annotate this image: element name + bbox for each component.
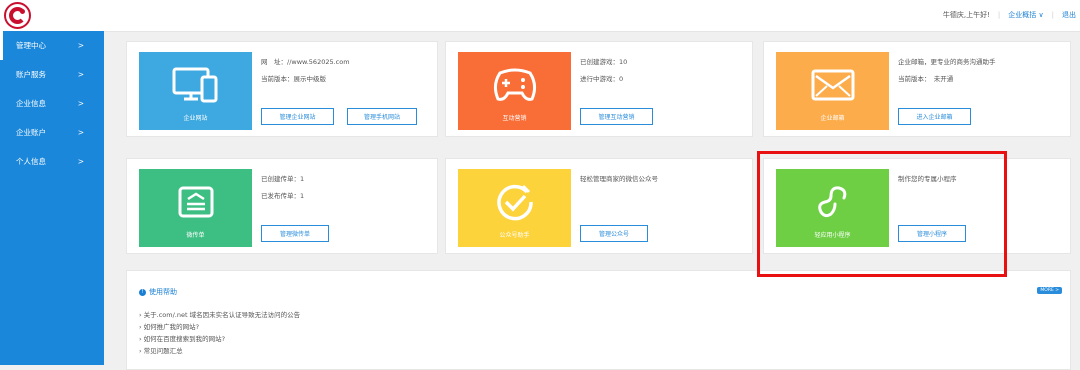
more-button[interactable]: MORE > xyxy=(1037,287,1062,294)
mail-version: 当前版本： 未开通 xyxy=(898,75,954,83)
chevron-right-icon: > xyxy=(77,99,84,108)
miniapp-desc: 制作您的专属小程序 xyxy=(898,175,957,183)
sidebar-item-personal-info[interactable]: 个人信息 > xyxy=(0,147,104,176)
help-title-text: 使用帮助 xyxy=(149,288,177,296)
website-card: 企业网站 网 址：//www.562025.com 当前版本：展示中级版 管理企… xyxy=(126,41,438,137)
wechat-desc: 轻松管理商家的微信公众号 xyxy=(580,175,658,183)
website-tile[interactable]: 企业网站 xyxy=(139,52,252,130)
help-title: ! 使用帮助 xyxy=(139,287,177,297)
sidebar-item-company-account[interactable]: 企业账户 > xyxy=(0,118,104,147)
sidebar: 管理中心 > 账户服务 > 企业信息 > 企业账户 > 个人信息 > xyxy=(0,31,104,365)
flyer-card: 微传单 已创建传单：1 已发布传单：1 管理微传单 xyxy=(126,158,438,254)
chevron-right-icon: > xyxy=(77,157,84,166)
flyer-info: 已创建传单：1 已发布传单：1 xyxy=(261,171,304,205)
sidebar-item-account-service[interactable]: 账户服务 > xyxy=(0,60,104,89)
miniapp-icon xyxy=(817,186,846,218)
website-info: 网 址：//www.562025.com 当前版本：展示中级版 xyxy=(261,54,350,88)
manage-website-button[interactable]: 管理企业网站 xyxy=(261,108,334,125)
info-icon: ! xyxy=(139,288,146,296)
wechat-tile[interactable]: 公众号助手 xyxy=(458,169,571,247)
website-version: 当前版本：展示中级版 xyxy=(261,75,326,83)
tile-label: 轻应用小程序 xyxy=(814,232,851,239)
main-content: 企业网站 网 址：//www.562025.com 当前版本：展示中级版 管理企… xyxy=(114,31,1074,370)
chevron-right-icon: > xyxy=(77,70,84,79)
check-circle-icon xyxy=(496,184,533,221)
tile-label: 微传单 xyxy=(186,232,205,239)
divider: | xyxy=(997,11,1001,19)
sidebar-item-label: 账户服务 xyxy=(16,70,46,79)
help-link[interactable]: › 关于.com/.net 域名因未实名认证导致无法访问的公告 xyxy=(139,309,300,321)
flyer-published: 已发布传单：1 xyxy=(261,192,305,200)
wechat-card: 公众号助手 轻松管理商家的微信公众号 管理公众号 xyxy=(445,158,753,254)
help-link[interactable]: › 如何在百度搜索到我的网站? xyxy=(139,333,300,345)
games-created: 已创建游戏：10 xyxy=(580,58,628,66)
overview-label: 企业概括 xyxy=(1008,11,1037,19)
games-running: 进行中游戏：0 xyxy=(580,75,624,83)
manage-mobile-site-button[interactable]: 管理手机网站 xyxy=(347,108,417,125)
manage-marketing-button[interactable]: 管理互动营销 xyxy=(580,108,653,125)
tile-label: 互动营销 xyxy=(502,115,527,122)
manage-official-account-button[interactable]: 管理公众号 xyxy=(580,225,648,242)
mail-tile[interactable]: 企业邮箱 xyxy=(776,52,889,130)
help-link[interactable]: › 如何推广我的网站? xyxy=(139,321,300,333)
help-panel: ! 使用帮助 MORE > › 关于.com/.net 域名因未实名认证导致无法… xyxy=(126,270,1071,370)
help-link[interactable]: › 常见问题汇总 xyxy=(139,345,300,357)
games-info: 已创建游戏：10 进行中游戏：0 xyxy=(580,54,627,88)
help-list: › 关于.com/.net 域名因未实名认证导致无法访问的公告 › 如何推广我的… xyxy=(139,309,300,357)
games-card: 互动营销 已创建游戏：10 进行中游戏：0 管理互动营销 xyxy=(445,41,753,137)
tile-label: 公众号助手 xyxy=(499,232,530,239)
miniapp-info: 制作您的专属小程序 xyxy=(898,171,957,188)
divider: | xyxy=(1051,11,1054,19)
flyer-created: 已创建传单：1 xyxy=(261,175,305,183)
sidebar-item-label: 企业信息 xyxy=(16,99,46,108)
sidebar-item-label: 企业账户 xyxy=(16,128,46,137)
wechat-info: 轻松管理商家的微信公众号 xyxy=(580,171,658,188)
greeting-text: 牛德庆,上午好! xyxy=(942,11,990,19)
brand-logo-icon[interactable] xyxy=(4,2,31,29)
gamepad-icon xyxy=(493,68,536,101)
envelope-icon xyxy=(811,69,854,101)
manage-miniapp-button[interactable]: 管理小程序 xyxy=(898,225,966,242)
monitor-phone-icon xyxy=(172,67,217,103)
chevron-right-icon: > xyxy=(77,41,84,50)
games-tile[interactable]: 互动营销 xyxy=(458,52,571,130)
mail-card: 企业邮箱 企业邮箱，更专业的商务沟通助手 当前版本： 未开通 进入企业邮箱 xyxy=(763,41,1071,137)
chevron-right-icon: > xyxy=(77,128,84,137)
logout-link[interactable]: 退出 xyxy=(1062,10,1076,20)
mail-info: 企业邮箱，更专业的商务沟通助手 当前版本： 未开通 xyxy=(898,54,996,88)
top-right-menu: 牛德庆,上午好! | 企业概括 ∨ | 退出 xyxy=(943,10,1076,20)
sidebar-item-label: 个人信息 xyxy=(16,157,46,166)
manage-flyer-button[interactable]: 管理微传单 xyxy=(261,225,329,242)
enter-mail-button[interactable]: 进入企业邮箱 xyxy=(898,108,971,125)
chevron-down-icon: ∨ xyxy=(1038,11,1044,19)
miniapp-card: 轻应用小程序 制作您的专属小程序 管理小程序 xyxy=(763,158,1071,254)
tile-label: 企业网站 xyxy=(183,115,208,122)
tile-label: 企业邮箱 xyxy=(820,115,845,122)
flyer-tile[interactable]: 微传单 xyxy=(139,169,252,247)
mail-desc: 企业邮箱，更专业的商务沟通助手 xyxy=(898,58,996,66)
sidebar-item-label: 管理中心 xyxy=(16,41,46,50)
overview-menu[interactable]: 企业概括 ∨ xyxy=(1008,10,1043,20)
website-url: 网 址：//www.562025.com xyxy=(261,58,350,66)
flyer-icon xyxy=(178,186,213,218)
miniapp-tile[interactable]: 轻应用小程序 xyxy=(776,169,889,247)
top-bar: 牛德庆,上午好! | 企业概括 ∨ | 退出 xyxy=(0,0,1080,32)
sidebar-item-management-center[interactable]: 管理中心 > xyxy=(0,31,104,60)
sidebar-item-company-info[interactable]: 企业信息 > xyxy=(0,89,104,118)
